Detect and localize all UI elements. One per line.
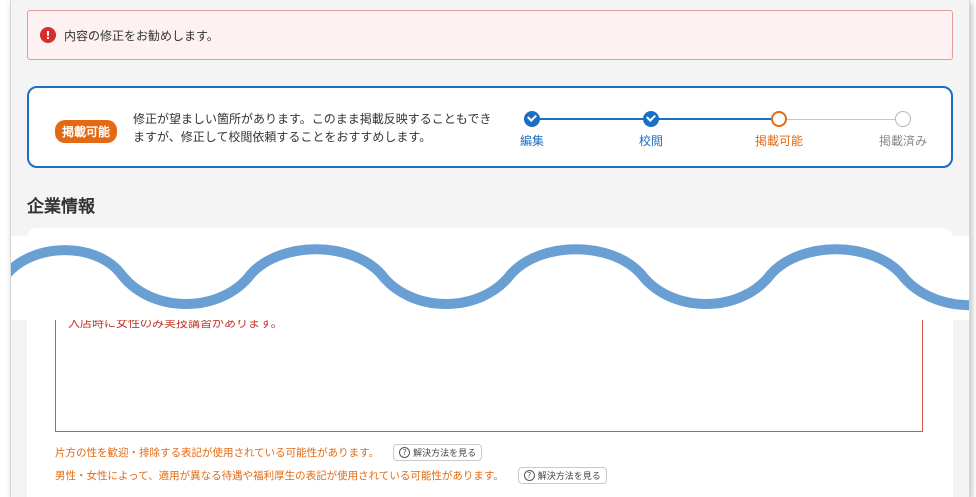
progress-line-2	[658, 118, 779, 120]
step-review-icon	[643, 111, 659, 127]
question-icon: ?	[523, 470, 535, 481]
question-icon: ?	[399, 447, 411, 458]
step-published-icon	[895, 111, 911, 127]
status-badge: 掲載可能	[55, 120, 118, 143]
step-publishable-icon	[771, 111, 787, 127]
step-edit-icon	[524, 111, 540, 127]
warning-text: 片方の性を歓迎・排除する表記が使用されている可能性があります。	[55, 447, 380, 459]
publish-status-panel: 掲載可能 修正が望ましい箇所があります。このまま掲載反映することもできますが、修…	[27, 86, 953, 168]
omission-wave-divider	[11, 236, 969, 320]
progress-line-3	[787, 119, 903, 120]
alert-message: 内容の修正をお勧めします。	[64, 28, 219, 43]
see-solution-button[interactable]: ? 解決方法を見る	[393, 444, 483, 461]
description-textarea[interactable]: 入店時に女性のみ実技講習があります。	[55, 304, 923, 432]
progress-line-1	[540, 118, 651, 120]
see-solution-label: 解決方法を見る	[413, 449, 477, 459]
error-alert: ! 内容の修正をお勧めします。	[27, 10, 953, 60]
step-review-label: 校閲	[638, 134, 664, 148]
warning-text: 男性・女性によって、適用が異なる待遇や福利厚生の表記が使用されている可能性があり…	[55, 470, 504, 482]
status-description: 修正が望ましい箇所があります。このまま掲載反映することもできますが、修正して校閲…	[133, 112, 492, 144]
see-solution-button[interactable]: ? 解決方法を見る	[517, 467, 607, 484]
warning-gender-preference: 片方の性を歓迎・排除する表記が使用されている可能性があります。 ? 解決方法を見…	[55, 444, 483, 461]
step-edit-label: 編集	[519, 134, 545, 148]
section-title: 企業情報	[27, 197, 95, 217]
exclamation-icon: !	[40, 27, 56, 43]
see-solution-label: 解決方法を見る	[537, 472, 601, 482]
warning-gender-benefits: 男性・女性によって、適用が異なる待遇や福利厚生の表記が使用されている可能性があり…	[55, 467, 607, 484]
step-publishable-label: 掲載可能	[754, 134, 804, 148]
step-published-label: 掲載済み	[878, 134, 928, 148]
app-frame: ! 内容の修正をお勧めします。 掲載可能 修正が望ましい箇所があります。このまま…	[10, 0, 970, 497]
